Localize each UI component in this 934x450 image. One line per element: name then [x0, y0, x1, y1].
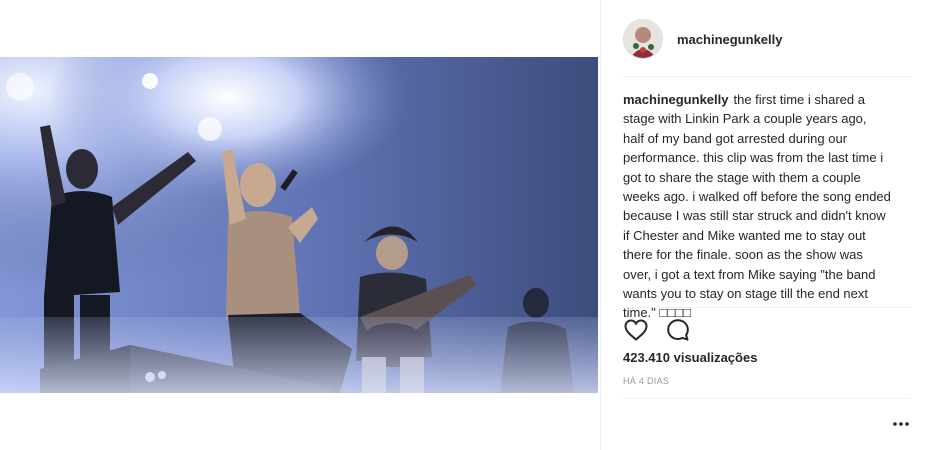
more-options-button[interactable] [891, 414, 911, 434]
post-details-panel: machinegunkelly machinegunkelly the first… [600, 0, 934, 450]
footer-divider [623, 398, 911, 399]
caption-username[interactable]: machinegunkelly [623, 92, 728, 107]
comment-icon [667, 319, 689, 341]
header-username[interactable]: machinegunkelly [677, 32, 782, 47]
like-button[interactable] [623, 317, 649, 343]
post-header: machinegunkelly [623, 14, 782, 64]
action-bar [623, 316, 707, 344]
view-count: 423.410 visualizações [623, 350, 758, 365]
caption-divider [623, 307, 911, 308]
heart-icon [624, 319, 648, 341]
avatar-image [624, 20, 662, 58]
post-timestamp[interactable]: HÁ 4 DIAS [623, 376, 669, 386]
header-divider [623, 76, 911, 77]
caption-text: the first time i shared a stage with Lin… [623, 92, 891, 321]
more-options-icon [893, 422, 909, 426]
avatar[interactable] [623, 19, 663, 59]
comment-button[interactable] [665, 317, 691, 343]
concert-scene-image [0, 57, 598, 393]
post-caption: machinegunkelly the first time i shared a… [623, 90, 891, 323]
post-video[interactable] [0, 57, 598, 393]
